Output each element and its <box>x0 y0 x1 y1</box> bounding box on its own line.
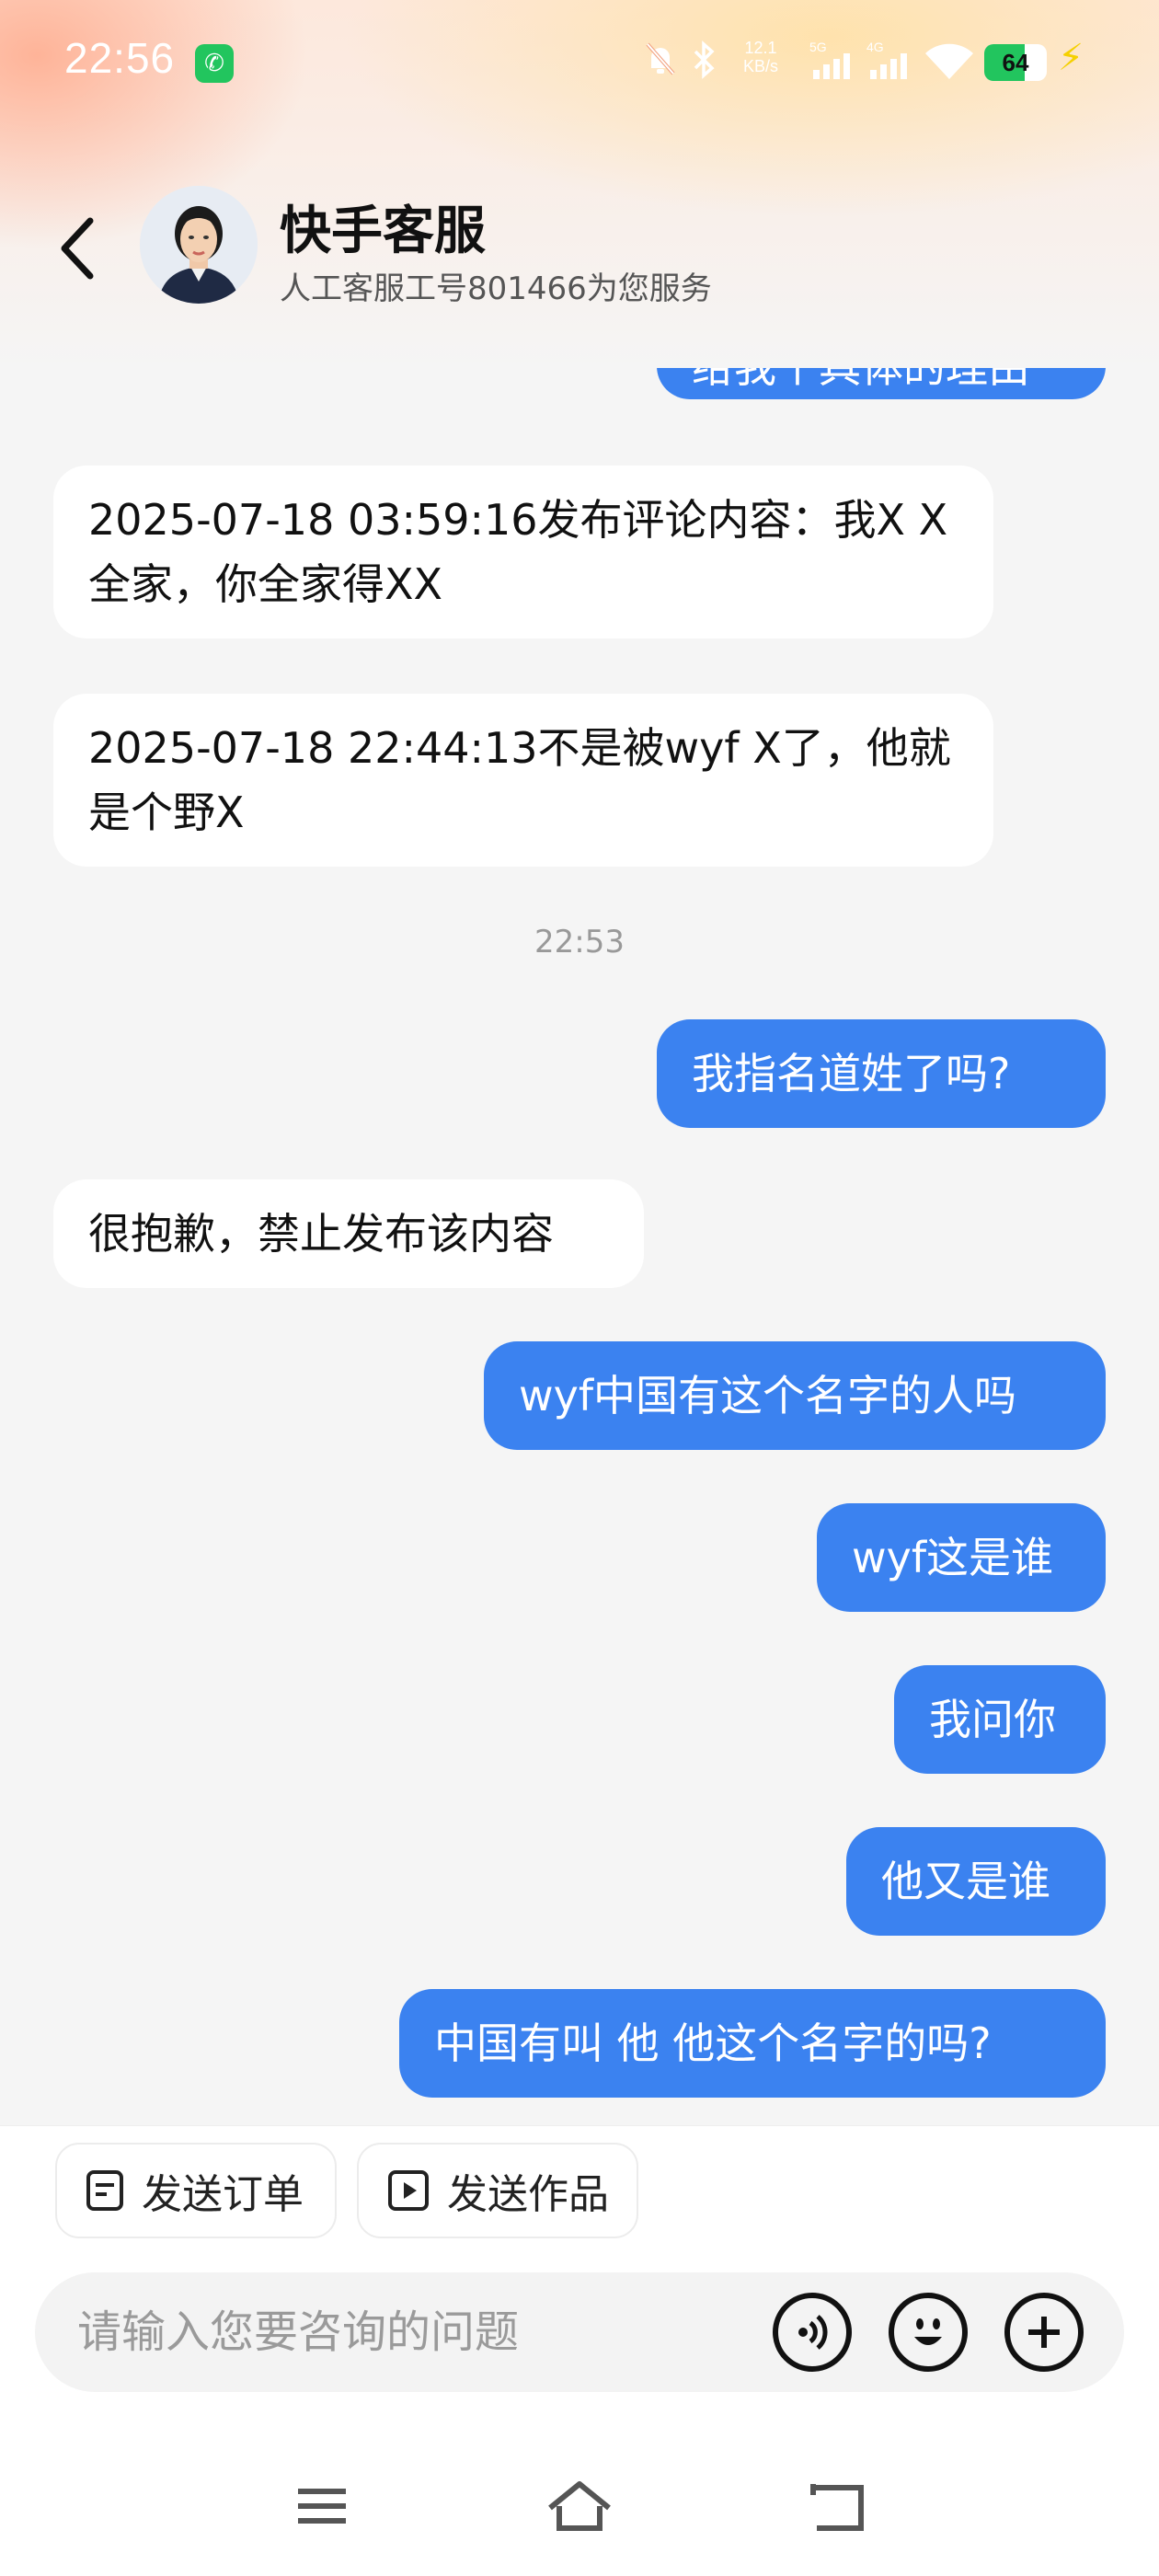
quick-actions-bar: 发送订单 发送作品 <box>0 2125 1159 2255</box>
message-incoming[interactable]: 很抱歉，禁止发布该内容 <box>53 1179 644 1288</box>
message-outgoing[interactable]: 我问你 <box>894 1665 1106 1774</box>
message-input[interactable]: 请输入您要咨询的问题 <box>35 2272 1124 2392</box>
input-area: 请输入您要咨询的问题 <box>0 2254 1159 2410</box>
mute-bell-icon <box>644 40 677 86</box>
emoji-icon <box>914 2318 942 2345</box>
back-nav-icon <box>810 2484 864 2531</box>
signal-4g-icon: 4G <box>866 39 914 91</box>
home-icon <box>548 2481 611 2531</box>
status-bar: 22:56 ✆ 12.1 KB/s 5G 4G 64 ⚡ <box>0 0 1159 120</box>
status-time: 22:56 <box>64 34 176 82</box>
send-work-label: 发送作品 <box>447 2171 609 2218</box>
wifi-icon <box>924 39 975 91</box>
battery-level: 64 <box>1002 49 1029 76</box>
message-outgoing[interactable]: 中国有叫 他 他这个名字的吗? <box>399 1989 1106 2098</box>
bluetooth-icon <box>690 40 717 87</box>
signal-4g-label: 4G <box>866 40 884 54</box>
message-list[interactable]: 给我个具体的理由 2025-07-18 03:59:16发布评论内容：我X X全… <box>0 350 1159 2125</box>
chat-title: 快手客服 <box>280 201 486 261</box>
emoji-button[interactable] <box>889 2293 968 2372</box>
battery-indicator: 64 <box>984 44 1047 81</box>
network-speed-value: 12.1 <box>744 39 777 57</box>
video-icon <box>388 2170 429 2211</box>
plus-icon <box>1028 2317 1060 2348</box>
message-outgoing[interactable]: 他又是谁 <box>846 1827 1106 1936</box>
voice-button[interactable] <box>773 2293 852 2372</box>
signal-5g-icon: 5G <box>809 39 857 91</box>
input-placeholder: 请输入您要咨询的问题 <box>77 2306 520 2358</box>
message-incoming[interactable]: 2025-07-18 22:44:13不是被wyf X了，他就是个野X <box>53 694 993 867</box>
network-speed-unit: KB/s <box>743 57 779 75</box>
chat-header: 快手客服 人工客服工号801466为您服务 <box>0 175 1159 322</box>
system-nav-bar <box>0 2410 1159 2576</box>
order-icon <box>86 2170 123 2211</box>
message-incoming[interactable]: 2025-07-18 03:59:16发布评论内容：我X X全家，你全家得XX <box>53 466 993 638</box>
network-speed: 12.1 KB/s <box>743 39 778 75</box>
home-nav-button[interactable] <box>543 2475 616 2539</box>
send-order-button[interactable]: 发送订单 <box>55 2143 337 2238</box>
back-nav-button[interactable] <box>800 2475 874 2539</box>
more-button[interactable] <box>1004 2293 1084 2372</box>
signal-5g-label: 5G <box>809 40 827 54</box>
phone-call-icon: ✆ <box>195 44 234 83</box>
back-button[interactable] <box>53 212 109 285</box>
back-arrow-icon <box>61 217 94 280</box>
send-order-label: 发送订单 <box>142 2171 304 2218</box>
message-outgoing[interactable]: wyf中国有这个名字的人吗 <box>484 1341 1106 1450</box>
message-outgoing[interactable]: wyf这是谁 <box>817 1503 1106 1612</box>
top-area: 22:56 ✆ 12.1 KB/s 5G 4G 64 ⚡ 快手客服 人工客服工号… <box>0 0 1159 368</box>
send-work-button[interactable]: 发送作品 <box>357 2143 638 2238</box>
agent-avatar[interactable] <box>140 186 258 304</box>
menu-icon <box>298 2489 346 2524</box>
menu-nav-button[interactable] <box>285 2475 359 2539</box>
message-outgoing[interactable]: 我指名道姓了吗? <box>657 1019 1106 1128</box>
voice-icon <box>798 2315 828 2350</box>
charging-bolt-icon: ⚡ <box>1058 37 1084 79</box>
message-timestamp: 22:53 <box>534 924 625 960</box>
chat-subtitle: 人工客服工号801466为您服务 <box>280 270 712 307</box>
